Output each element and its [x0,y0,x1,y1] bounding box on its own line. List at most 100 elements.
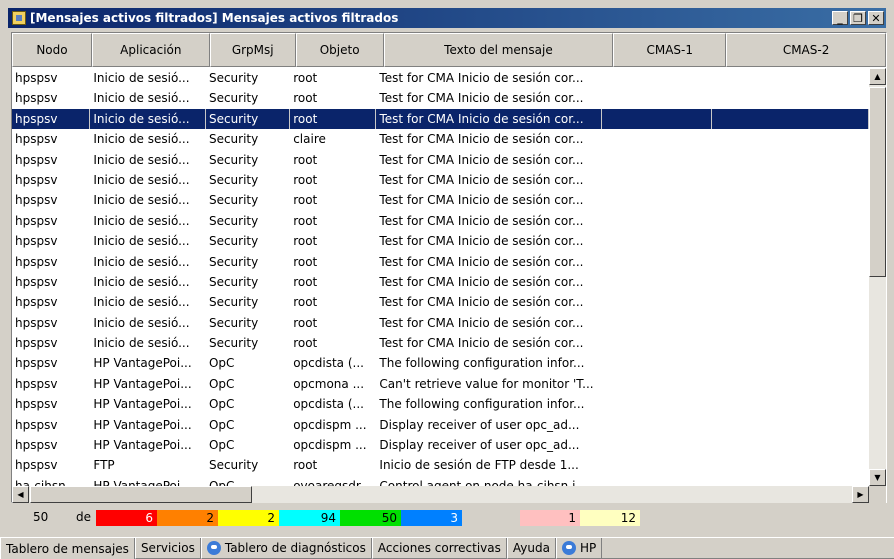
column-header[interactable]: Texto del mensaje [383,33,614,67]
table-row[interactable]: hpspsv HP VantagePoi... OpC opcdispm ... Dis… [12,415,869,435]
table-row[interactable]: hpspsv Inicio de sesió... Security root Test… [12,272,869,292]
table-row[interactable]: hpspsv Inicio de sesió... Security root Test… [12,170,869,190]
table-cell: root [293,193,318,208]
severity-count-badge[interactable]: 2 [218,510,279,526]
table-row[interactable]: hpspsv Inicio de sesió... Security root Test… [12,313,869,333]
table-row[interactable]: hpspsv HP VantagePoi... OpC opcdista (... Th… [12,394,869,414]
severity-count-badge[interactable]: 3 [401,510,462,526]
table-cell: Security [208,91,259,106]
column-header[interactable]: Aplicación [91,33,210,67]
table-cell [712,394,869,414]
table-cell: Inicio de sesió... [93,254,190,269]
scroll-up-button[interactable]: ▲ [869,68,886,85]
table-cell: The following configuration infor... [379,397,585,412]
table-cell: Security [208,152,259,167]
table-row[interactable]: hpspsv Inicio de sesió... Security claire Te… [12,129,869,149]
tab-item[interactable]: Servicios [134,538,201,559]
table-cell: hpspsv [15,193,58,208]
table-row[interactable]: hpspsv Inicio de sesió... Security root Test… [12,333,869,353]
window-title: [Mensajes activos filtrados] Mensajes ac… [30,11,399,25]
table-cell: hpspsv [15,356,58,371]
tab-label: Ayuda [512,541,550,555]
table-row[interactable]: hpspsv Inicio de sesió... Security root Test… [12,68,869,88]
table-cell [602,190,713,210]
state-count-badge[interactable]: 1 [520,510,580,526]
table-cell: Display receiver of user opc_ad... [379,417,580,432]
table-cell: Inicio de sesió... [93,295,190,310]
vertical-scrollbar[interactable]: ▲ ▼ [869,68,886,486]
severity-count-badge[interactable]: 6 [96,510,157,526]
table-cell: HP VantagePoi... [93,417,192,432]
table-row[interactable]: hpspsv Inicio de sesió... Security root Test… [12,88,869,108]
table-row[interactable]: hpspsv Inicio de sesió... Security root Test… [12,292,869,312]
table-cell [602,292,713,312]
column-header[interactable]: CMAS-2 [726,33,886,67]
close-button[interactable]: ✕ [868,11,884,25]
table-row[interactable]: hpspsv HP VantagePoi... OpC opcmona ... Can'… [12,374,869,394]
table-cell: hpspsv [15,336,58,351]
table-cell: HP VantagePoi... [93,356,192,371]
title-bar[interactable]: [Mensajes activos filtrados] Mensajes ac… [8,8,886,28]
table-cell: hpspsv [15,234,58,249]
tab-item[interactable]: Acciones correctivas [371,538,507,559]
state-count-badge[interactable]: 12 [580,510,640,526]
table-row[interactable]: hpspsv HP VantagePoi... OpC opcdispm ... Dis… [12,435,869,455]
table-cell [712,108,869,130]
table-cell: Test for CMA Inicio de sesión cor... [379,193,584,208]
table-cell: Security [208,315,259,330]
table-cell [602,129,713,149]
tab-item[interactable]: HP [555,538,603,559]
table-cell: Security [208,132,259,147]
severity-count-badge[interactable]: 94 [279,510,340,526]
scroll-right-button[interactable]: ▶ [852,486,869,503]
tab-item[interactable]: Tablero de diagnósticos [200,538,372,559]
table-cell: root [293,172,318,187]
restore-button[interactable]: ❐ [850,11,866,25]
table-row[interactable]: hpspsv Inicio de sesió... Security root Test… [12,150,869,170]
table-body: hpspsv Inicio de sesió... Security root Test… [12,68,869,486]
table-cell: root [293,91,318,106]
tab-label: Tablero de mensajes [6,541,129,556]
table-cell: Security [208,274,259,289]
table-cell: root [293,458,318,473]
table-row[interactable]: hpspsv Inicio de sesió... Security root Test… [12,211,869,231]
table-cell: Test for CMA Inicio de sesión cor... [379,336,584,351]
table-cell: hpspsv [15,438,58,453]
tab-label: Acciones correctivas [377,541,501,555]
table-cell: Inicio de sesió... [93,274,190,289]
severity-count-badge[interactable]: 2 [157,510,218,526]
table-row[interactable]: hpspsv Inicio de sesió... Security root Test… [12,108,869,130]
table-cell [712,211,869,231]
table-cell: Inicio de sesió... [93,315,190,330]
tab-item[interactable]: Tablero de mensajes [0,538,135,559]
table-row[interactable]: hpspsv HP VantagePoi... OpC opcdista (... Th… [12,353,869,373]
table-cell: hpspsv [12,108,91,130]
table-header: Nodo Aplicación GrpMsj Objeto Texto del mens… [12,33,886,67]
table-row[interactable]: hpspsv Inicio de sesió... Security root Test… [12,190,869,210]
minimize-button[interactable]: _ [832,11,848,25]
table-cell [712,313,869,333]
horizontal-scrollbar[interactable]: ◀ ▶ [12,486,869,503]
horizontal-scroll-thumb[interactable] [30,486,252,503]
table-cell: OpC [208,478,235,486]
column-header[interactable]: GrpMsj [209,33,296,67]
table-cell: Inicio de sesió... [93,213,190,228]
scroll-left-button[interactable]: ◀ [12,486,29,503]
table-cell: Security [208,193,259,208]
table-cell [602,231,713,251]
column-header[interactable]: Objeto [295,33,384,67]
table-row[interactable]: hpspsv Inicio de sesió... Security root Test… [12,252,869,272]
tab-item[interactable]: Ayuda [506,538,556,559]
column-header[interactable]: Nodo [12,33,92,67]
table-row[interactable]: hpspsv FTP Security root Inicio de sesión de… [12,455,869,475]
table-row[interactable]: ha-cihsn HP VantagePoi... OpC ovoaregsdr...… [12,476,869,486]
table-cell: opcdispm ... [293,417,367,432]
severity-count-badge[interactable]: 50 [340,510,401,526]
vertical-scroll-thumb[interactable] [869,87,886,277]
table-cell: Test for CMA Inicio de sesión cor... [379,91,584,106]
table-cell: hpspsv [15,254,58,269]
table-row[interactable]: hpspsv Inicio de sesió... Security root Test… [12,231,869,251]
table-cell [712,455,869,475]
column-header[interactable]: CMAS-1 [613,33,727,67]
scroll-down-button[interactable]: ▼ [869,469,886,486]
